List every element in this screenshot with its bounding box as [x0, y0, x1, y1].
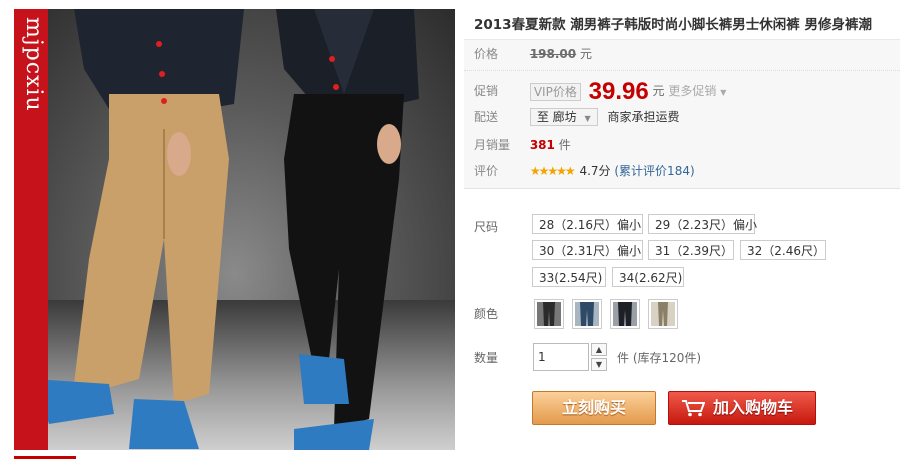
pants-thumbnail-icon: [613, 302, 637, 326]
pants-illustration: [34, 9, 419, 450]
pants-thumbnail-icon: [537, 302, 561, 326]
promo-price: 39.96: [588, 77, 649, 105]
ship-destination-select[interactable]: 至 廊坊 ▼: [529, 108, 598, 126]
add-to-cart-label: 加入购物车: [713, 398, 794, 417]
size-option[interactable]: 29（2.23尺）偏小: [648, 214, 757, 234]
qty-decrease-button[interactable]: ▼: [591, 358, 607, 371]
price-unit: 元: [579, 47, 592, 61]
size-option[interactable]: 32（2.46尺）: [740, 240, 826, 260]
ship-destination: 至 廊坊: [536, 110, 577, 124]
review-row: 评价 ★★★★★ 4.7分 (累计评价184): [474, 162, 695, 180]
ship-label: 配送: [474, 110, 499, 124]
chevron-up-icon: ▲: [595, 345, 603, 354]
vip-tag: VIP价格: [529, 82, 581, 101]
qty-increase-button[interactable]: ▲: [591, 343, 607, 356]
color-swatch-khaki[interactable]: [648, 299, 678, 329]
qty-label: 数量: [474, 351, 499, 365]
chevron-down-icon: ▼: [595, 360, 603, 369]
size-option[interactable]: 28（2.16尺）偏小: [532, 214, 643, 234]
chevron-down-icon: ▼: [720, 88, 727, 97]
quantity-input[interactable]: [533, 343, 589, 371]
thumbnail-indicator: [14, 456, 76, 465]
buy-now-label: 立刻购买: [561, 398, 626, 417]
size-label: 尺码: [474, 220, 499, 234]
star-rating-icon: ★★★★★: [529, 164, 576, 178]
size-option[interactable]: 31（2.39尺）: [648, 240, 734, 260]
promo-row: 促销 VIP价格 39.96 元 更多促销 ▼: [474, 77, 726, 105]
cart-icon: [682, 400, 705, 417]
shipping-row: 配送 至 廊坊 ▼ 商家承担运费: [474, 108, 679, 126]
brand-watermark: mjpcxiu: [21, 17, 46, 112]
add-to-cart-button[interactable]: 加入购物车: [668, 391, 816, 425]
size-option[interactable]: 33(2.54尺): [532, 267, 606, 287]
divider: [464, 70, 900, 71]
brand-strip: mjpcxiu: [14, 9, 48, 450]
review-score: 4.7分: [579, 164, 611, 178]
product-title: 2013春夏新款 潮男裤子韩版时尚小脚长裤男士休闲裤 男修身裤潮: [474, 17, 872, 33]
monthly-label: 月销量: [474, 138, 511, 152]
more-promo-link[interactable]: 更多促销: [668, 84, 716, 98]
price-label: 价格: [474, 47, 499, 61]
review-label: 评价: [474, 164, 499, 178]
original-price: 198.00: [529, 47, 577, 61]
stock-info: 件 (库存120件): [617, 351, 702, 365]
size-option[interactable]: 30（2.31尺）偏小: [532, 240, 643, 260]
buy-now-button[interactable]: 立刻购买: [532, 391, 656, 425]
product-image[interactable]: mjpcxiu: [14, 9, 455, 450]
chevron-down-icon: ▼: [584, 114, 591, 123]
monthly-unit: 件: [558, 138, 571, 152]
pants-thumbnail-icon: [651, 302, 675, 326]
promo-unit: 元: [652, 84, 665, 98]
promo-label: 促销: [474, 84, 499, 98]
monthly-sales-row: 月销量 381 件: [474, 136, 571, 154]
pants-thumbnail-icon: [575, 302, 599, 326]
color-swatch-black[interactable]: [534, 299, 564, 329]
size-option[interactable]: 34(2.62尺): [612, 267, 684, 287]
color-label: 颜色: [474, 307, 499, 321]
review-link[interactable]: (累计评价184): [614, 164, 694, 178]
ship-note: 商家承担运费: [607, 110, 680, 124]
price-summary: 价格 198.00 元 促销 VIP价格 39.96 元 更多促销 ▼ 配送 至…: [464, 39, 900, 189]
color-swatch-blue[interactable]: [572, 299, 602, 329]
price-row: 价格 198.00 元: [474, 45, 592, 63]
monthly-sales: 381: [529, 138, 555, 152]
color-swatch-dark[interactable]: [610, 299, 640, 329]
